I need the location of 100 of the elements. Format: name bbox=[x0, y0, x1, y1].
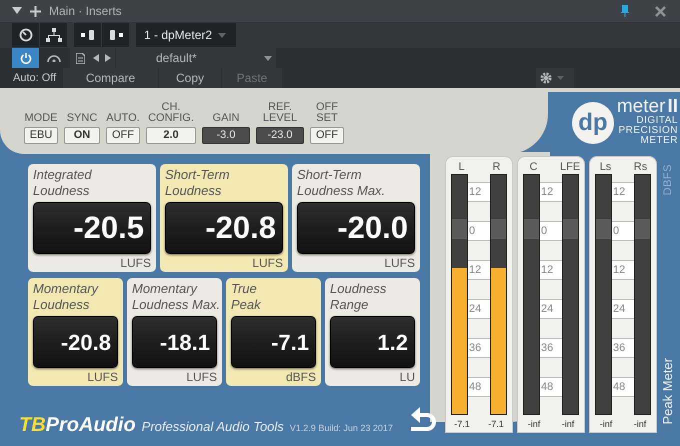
zero-db-band bbox=[635, 219, 650, 239]
routing-button[interactable] bbox=[40, 23, 67, 47]
settings-icon bbox=[540, 72, 552, 84]
channel-label: Rs bbox=[632, 160, 648, 174]
readout-label: Momentary Loudness Max. bbox=[132, 281, 217, 313]
previous-icon[interactable] bbox=[93, 54, 99, 62]
value-display: -20.0 bbox=[297, 202, 415, 254]
channel-label: C bbox=[528, 160, 538, 174]
toolbar-button[interactable]: Copy bbox=[159, 68, 221, 88]
unit-label: LUFS bbox=[87, 370, 118, 385]
value-display: -20.5 bbox=[33, 202, 151, 254]
scale-label: 24 bbox=[612, 299, 634, 319]
power-icon bbox=[20, 52, 32, 64]
toggle-button[interactable]: ON bbox=[64, 127, 100, 144]
scale-label: 12 bbox=[540, 182, 562, 202]
close-icon[interactable] bbox=[655, 6, 666, 16]
setting-label: GAIN bbox=[212, 111, 240, 124]
plugin-name: 1 - dpMeter2 bbox=[144, 27, 212, 44]
zero-db-band bbox=[596, 219, 611, 239]
readout-label: Loudness Range bbox=[330, 281, 388, 313]
zero-db-band bbox=[452, 219, 467, 239]
add-icon[interactable] bbox=[30, 6, 41, 16]
unit-label: LUFS bbox=[120, 256, 151, 271]
value-display: -20.8 bbox=[165, 202, 283, 254]
automation-status: Auto: Off bbox=[12, 70, 58, 86]
scale-unit-label: DBFS bbox=[660, 164, 675, 196]
preset-dropdown[interactable]: default* bbox=[116, 48, 276, 68]
plugin-selector[interactable]: 1 - dpMeter2 bbox=[136, 23, 236, 47]
collapse-arrow-icon[interactable] bbox=[12, 7, 22, 15]
setting-label: OFF SET bbox=[316, 100, 338, 124]
toggle-button[interactable]: OFF bbox=[106, 127, 140, 144]
peak-reading: -inf bbox=[598, 418, 614, 431]
logo-mark: dp bbox=[572, 102, 614, 144]
scale-label: 12 bbox=[612, 260, 634, 280]
setting-label: SYNC bbox=[66, 111, 98, 124]
value-display[interactable]: -23.0 bbox=[256, 127, 304, 144]
scale-label: 24 bbox=[468, 299, 490, 319]
value-display: -20.8 bbox=[33, 316, 118, 368]
unit-label: LU bbox=[400, 370, 415, 385]
value-display: -7.1 bbox=[231, 316, 316, 368]
toolbar-button[interactable]: Compare bbox=[63, 68, 158, 88]
value-display: -18.1 bbox=[132, 316, 217, 368]
zero-db-band bbox=[563, 219, 578, 239]
channel-label: R bbox=[492, 160, 502, 174]
scale-label: 36 bbox=[612, 338, 634, 358]
next-icon[interactable] bbox=[105, 54, 111, 62]
brand-logo: TBProAudio bbox=[19, 413, 136, 438]
settings-button[interactable] bbox=[536, 68, 574, 88]
readout-label: True Peak bbox=[231, 281, 262, 313]
scale-label: 36 bbox=[540, 338, 562, 358]
value-display[interactable]: -3.0 bbox=[202, 127, 250, 144]
toggle-button[interactable]: OFF bbox=[310, 127, 344, 144]
scale-label: 0 bbox=[612, 221, 634, 241]
setting-label: REF. LEVEL bbox=[262, 100, 298, 124]
power-button[interactable] bbox=[12, 48, 39, 68]
peak-reading: -7.1 bbox=[487, 418, 505, 431]
insert-slot-icon bbox=[108, 29, 124, 41]
insert-slot-icon bbox=[80, 29, 96, 41]
meter-button[interactable] bbox=[12, 23, 39, 47]
scale-label: 48 bbox=[468, 377, 490, 397]
pin-icon[interactable] bbox=[621, 5, 629, 17]
setting-label: MODE bbox=[24, 111, 58, 124]
logo-tagline: DIGITAL PRECISION METER bbox=[618, 116, 678, 146]
left-slot-button[interactable] bbox=[74, 23, 101, 47]
scale-label: 12 bbox=[468, 260, 490, 280]
scale-label: 12 bbox=[540, 260, 562, 280]
hierarchy-icon bbox=[46, 28, 62, 42]
dropdown-caret-icon bbox=[218, 32, 226, 38]
scale-label: 36 bbox=[468, 338, 490, 358]
value-display: 1.2 bbox=[330, 316, 415, 368]
scale-label: 24 bbox=[540, 299, 562, 319]
scale-label: 12 bbox=[468, 182, 490, 202]
right-slot-button[interactable] bbox=[102, 23, 129, 47]
toggle-button[interactable]: 2.0 bbox=[146, 127, 196, 144]
toggle-button[interactable]: EBU bbox=[24, 127, 58, 144]
scale-label: 48 bbox=[612, 377, 634, 397]
zero-db-band bbox=[491, 219, 506, 239]
scale-label: 12 bbox=[612, 182, 634, 202]
logo-name: meterII bbox=[616, 98, 678, 116]
peak-reading: -inf bbox=[632, 418, 648, 431]
scale-label: 0 bbox=[540, 221, 562, 241]
scale-label: 48 bbox=[540, 377, 562, 397]
arc-icon bbox=[47, 54, 61, 62]
document-icon[interactable] bbox=[76, 52, 85, 64]
brand-tagline: Professional Audio Tools bbox=[142, 418, 284, 436]
peak-reading: -7.1 bbox=[453, 418, 471, 431]
peak-reading: -inf bbox=[560, 418, 576, 431]
undo-icon[interactable] bbox=[409, 405, 439, 431]
channel-label: Ls bbox=[598, 160, 612, 174]
dropdown-caret-icon bbox=[557, 76, 564, 80]
unit-label: LUFS bbox=[252, 256, 283, 271]
version-label: V1.2.9 Build: Jun 23 2017 bbox=[290, 422, 393, 435]
zero-db-band bbox=[524, 219, 539, 239]
readout-label: Integrated Loudness bbox=[33, 167, 93, 199]
channel-label: L bbox=[457, 160, 466, 174]
dial-icon bbox=[18, 28, 32, 42]
dropdown-caret-icon bbox=[264, 56, 272, 60]
peak-reading: -inf bbox=[526, 418, 542, 431]
unit-label: LUFS bbox=[186, 370, 217, 385]
setting-label: AUTO. bbox=[106, 111, 140, 124]
